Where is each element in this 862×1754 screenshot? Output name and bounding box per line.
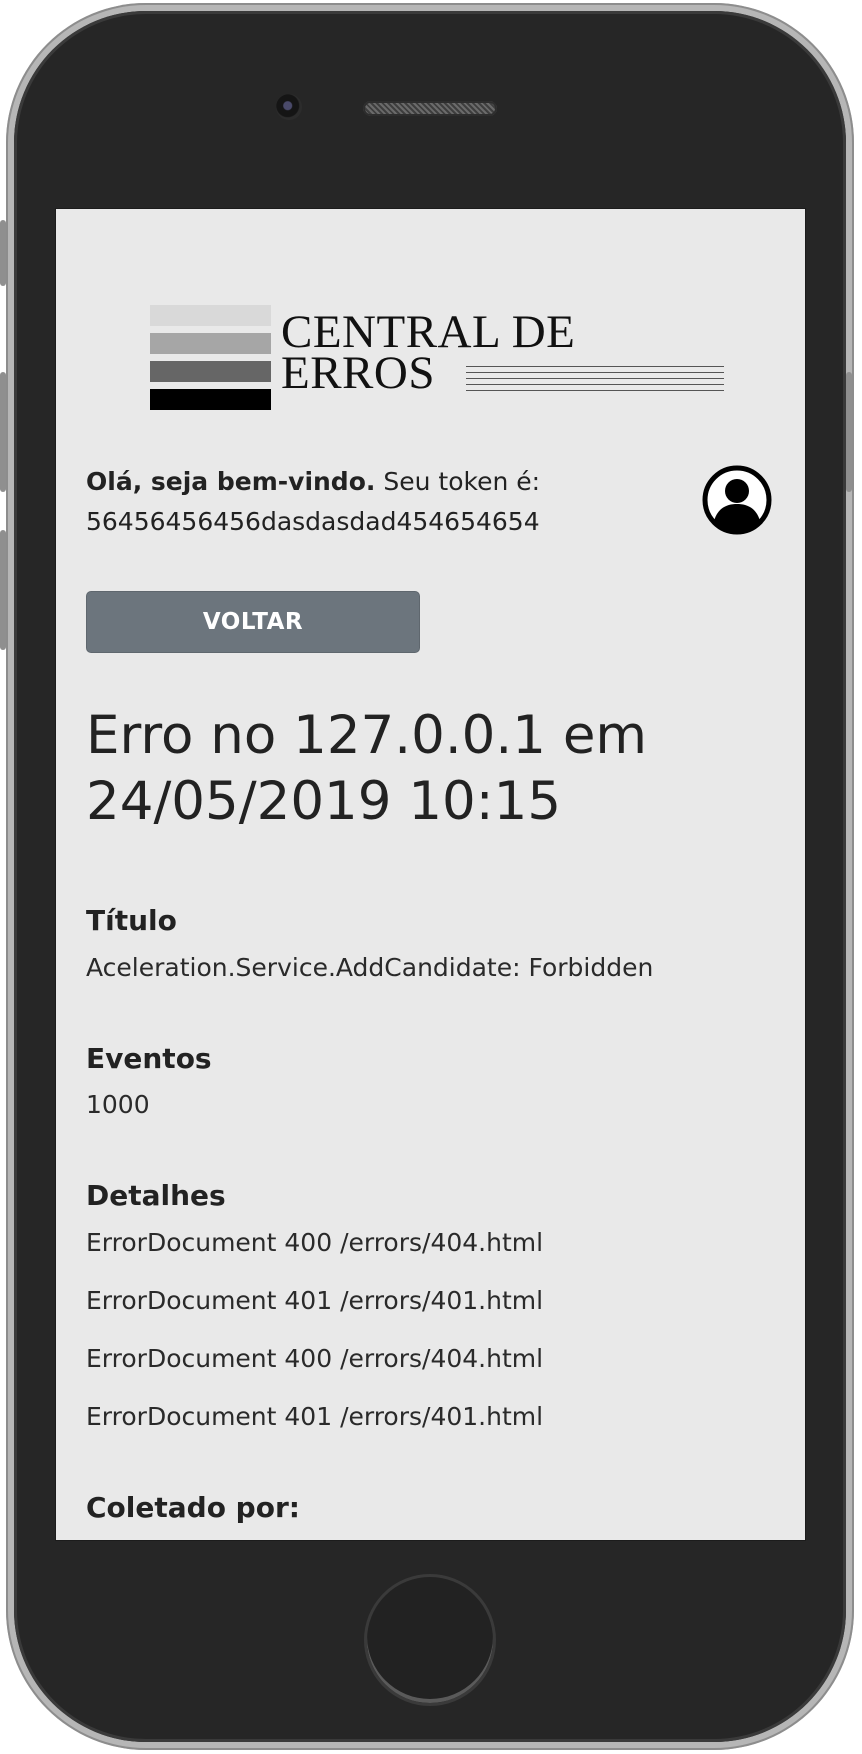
collected-by-label: Coletado por: xyxy=(86,1491,300,1524)
logo-bar-2 xyxy=(150,333,271,354)
title-label: Título xyxy=(86,904,177,937)
details-item: ErrorDocument 401 /errors/401.html xyxy=(86,1286,544,1315)
logo-rule-3 xyxy=(466,378,724,379)
error-heading-line-2: 24/05/2019 10:15 xyxy=(86,771,562,832)
logo-bar-3 xyxy=(150,361,271,382)
volume-down-button xyxy=(0,530,6,650)
back-button[interactable]: VOLTAR xyxy=(86,591,420,653)
logo-rule-4 xyxy=(466,384,724,385)
app-screen: CENTRAL DE ERROS Olá, seja bem-vindo. Se… xyxy=(55,208,806,1541)
details-item: ErrorDocument 400 /errors/404.html xyxy=(86,1228,544,1257)
welcome-greeting: Olá, seja bem-vindo. xyxy=(86,467,376,496)
events-label: Eventos xyxy=(86,1042,212,1075)
events-value: 1000 xyxy=(86,1090,150,1119)
user-circle-icon[interactable] xyxy=(702,465,772,535)
error-heading-line-1: Erro no 127.0.0.1 em xyxy=(86,705,648,766)
volume-up-button xyxy=(0,372,6,492)
token-value: 56456456456dasdasdad454654654 xyxy=(86,507,540,536)
error-heading: Erro no 127.0.0.1 em 24/05/2019 10:15 xyxy=(86,703,776,835)
home-button[interactable] xyxy=(364,1574,496,1706)
logo-rule-5 xyxy=(466,390,724,391)
logo-rule-1 xyxy=(466,366,724,367)
silent-switch xyxy=(0,220,6,286)
logo-bar-1 xyxy=(150,305,271,326)
power-button xyxy=(846,372,852,492)
earpiece-speaker xyxy=(363,101,497,116)
details-item: ErrorDocument 401 /errors/401.html xyxy=(86,1402,544,1431)
central-de-erros-logo: CENTRAL DE ERROS xyxy=(150,305,724,419)
token-label: Seu token é: xyxy=(383,467,541,496)
details-item: ErrorDocument 400 /errors/404.html xyxy=(86,1344,544,1373)
front-camera xyxy=(276,94,302,120)
welcome-message: Olá, seja bem-vindo. Seu token é: 564564… xyxy=(86,462,646,542)
title-value: Aceleration.Service.AddCandidate: Forbid… xyxy=(86,953,654,982)
logo-rule-2 xyxy=(466,372,724,373)
details-label: Detalhes xyxy=(86,1179,226,1212)
logo-bar-4 xyxy=(150,389,271,410)
